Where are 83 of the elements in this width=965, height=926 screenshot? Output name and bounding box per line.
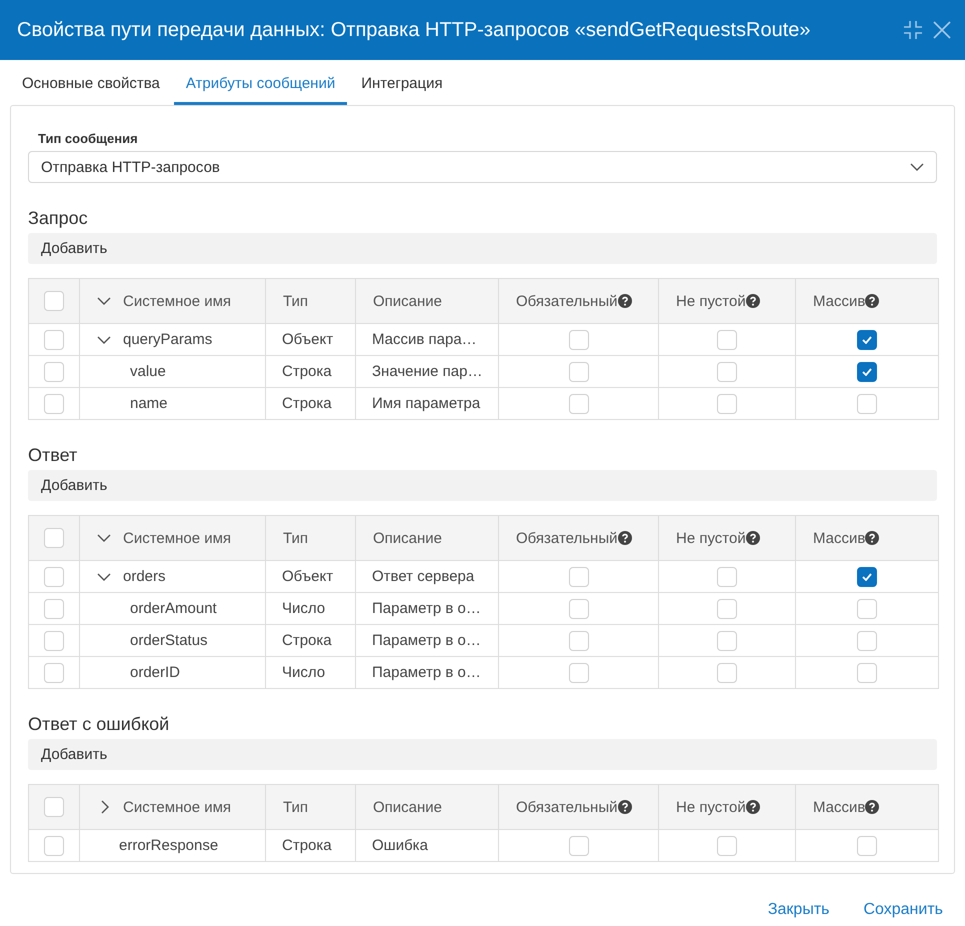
- column-header: Обязательный: [516, 798, 618, 816]
- help-icon[interactable]: [865, 800, 880, 814]
- select-all-checkbox[interactable]: [44, 291, 64, 311]
- chevron-down-icon[interactable]: [97, 534, 111, 542]
- help-icon[interactable]: [746, 531, 760, 545]
- column-header: Описание: [356, 278, 498, 324]
- table-cell: Параметр в о…: [356, 656, 498, 688]
- window-title: Свойства пути передачи данных: Отправка HTTP-запросов «sendGetRequestsRoute»: [17, 18, 812, 42]
- help-icon[interactable]: [746, 800, 760, 814]
- help-icon[interactable]: [618, 531, 632, 545]
- column-header: Обязательный: [516, 530, 618, 546]
- dialog-button[interactable]: Сохранить: [861, 899, 945, 921]
- select-all-checkbox[interactable]: [44, 528, 64, 548]
- table-cell: Параметр в о…: [356, 624, 498, 656]
- chevron-right-icon[interactable]: [101, 800, 109, 814]
- chevron-down-icon[interactable]: [97, 572, 111, 580]
- help-icon[interactable]: [618, 800, 632, 814]
- attribute-name: errorResponse: [119, 837, 218, 854]
- checkmark-icon: [862, 336, 872, 344]
- column-header: Массив: [813, 798, 866, 816]
- attribute-name: name: [130, 395, 168, 412]
- table-cell: Имя параметра: [356, 388, 498, 420]
- checkmark-icon: [862, 572, 872, 580]
- column-header: Системное имя: [123, 798, 232, 816]
- table-cell: Значение пар…: [356, 356, 498, 388]
- attribute-name: orderStatus: [130, 632, 208, 649]
- checkbox[interactable]: [857, 330, 877, 350]
- chevron-down-icon[interactable]: [97, 297, 111, 305]
- attribute-name: queryParams: [123, 331, 212, 348]
- section-heading: Ответ: [28, 444, 78, 467]
- field-label: Тип сообщения: [38, 131, 139, 147]
- table-cell: Ответ сервера: [356, 560, 498, 592]
- column-header: Тип: [266, 278, 356, 324]
- column-header: Тип: [266, 516, 356, 560]
- checkbox[interactable]: [857, 362, 877, 382]
- help-icon[interactable]: [746, 294, 760, 308]
- column-header: Не пустой: [676, 798, 746, 816]
- tab[interactable]: Интеграция: [349, 60, 455, 105]
- checkmark-icon: [862, 368, 872, 376]
- chevron-down-icon: [910, 163, 924, 171]
- attribute-name: orderAmount: [130, 600, 217, 617]
- attribute-name: value: [130, 363, 166, 380]
- column-header: Не пустой: [676, 292, 746, 310]
- select-all-checkbox[interactable]: [44, 797, 64, 817]
- table-cell: Строка: [266, 388, 356, 420]
- column-header: Системное имя: [123, 292, 232, 310]
- attribute-name: orderID: [130, 664, 180, 681]
- table-cell: Строка: [266, 830, 356, 862]
- column-header: Не пустой: [676, 530, 746, 546]
- column-header: Массив: [813, 292, 866, 310]
- help-icon[interactable]: [865, 531, 880, 545]
- add-button[interactable]: Добавить: [28, 739, 937, 770]
- checkbox[interactable]: [857, 566, 877, 586]
- column-header: Обязательный: [516, 292, 618, 310]
- table-cell: Массив пара…: [356, 324, 498, 356]
- tab[interactable]: Атрибуты сообщений: [174, 60, 348, 105]
- dropdown-value: Отправка HTTP-запросов: [41, 158, 220, 176]
- column-header: Системное имя: [123, 530, 232, 546]
- section-heading: Запрос: [28, 207, 89, 230]
- table-cell: Строка: [266, 624, 356, 656]
- dialog-button[interactable]: Закрыть: [766, 899, 832, 921]
- help-icon[interactable]: [865, 294, 880, 308]
- table-cell: Число: [266, 592, 356, 624]
- column-header: Массив: [813, 530, 866, 546]
- add-button[interactable]: Добавить: [28, 233, 937, 264]
- table-cell: Строка: [266, 356, 356, 388]
- column-header: Тип: [266, 784, 356, 830]
- chevron-down-icon[interactable]: [97, 336, 111, 344]
- tab[interactable]: Основные свойства: [10, 60, 172, 105]
- table-cell: Параметр в о…: [356, 592, 498, 624]
- column-header: Описание: [356, 516, 498, 560]
- close-icon[interactable]: [933, 21, 951, 39]
- attribute-name: orders: [123, 568, 166, 585]
- section-heading: Ответ с ошибкой: [28, 713, 170, 736]
- table-cell: Объект: [266, 324, 356, 356]
- column-header: Описание: [356, 784, 498, 830]
- help-icon[interactable]: [618, 294, 632, 308]
- message-type-dropdown[interactable]: Отправка HTTP-запросов: [28, 151, 937, 183]
- collapse-icon[interactable]: [903, 20, 923, 40]
- add-button[interactable]: Добавить: [28, 470, 937, 501]
- table-cell: Объект: [266, 560, 356, 592]
- table-cell: Число: [266, 656, 356, 688]
- table-cell: Ошибка: [356, 830, 498, 862]
